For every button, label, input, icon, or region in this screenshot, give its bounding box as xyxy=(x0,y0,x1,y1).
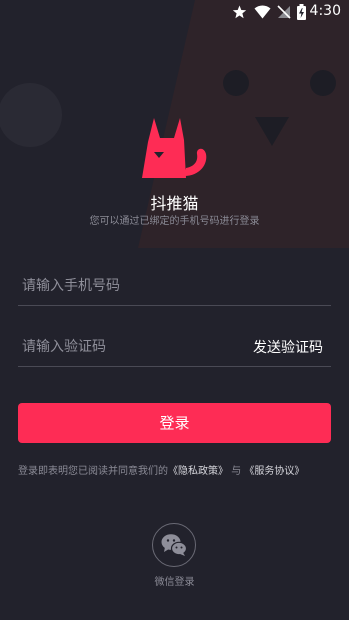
privacy-policy-link[interactable]: 《隐私政策》 xyxy=(168,466,228,477)
signal-icon xyxy=(277,5,291,19)
service-agreement-link[interactable]: 《服务协议》 xyxy=(244,466,304,477)
send-code-button[interactable]: 发送验证码 xyxy=(253,337,323,357)
agreement-prefix: 登录即表明您已阅读并同意我们的 xyxy=(18,466,168,477)
star-icon xyxy=(232,5,247,19)
verification-code-input[interactable] xyxy=(20,334,244,360)
battery-charging-icon xyxy=(297,4,306,20)
wechat-icon xyxy=(161,534,187,556)
wechat-login-button[interactable] xyxy=(152,523,196,567)
app-title: 抖推猫 xyxy=(150,194,199,213)
status-time: 4:30 xyxy=(309,3,341,19)
wifi-icon xyxy=(254,5,271,19)
cat-logo-icon xyxy=(142,118,207,178)
verification-code-field: 发送验证码 xyxy=(18,326,331,367)
login-subtitle: 您可以通过已绑定的手机号码进行登录 xyxy=(89,216,260,227)
phone-field xyxy=(18,265,331,306)
agreement-conjunction: 与 xyxy=(231,466,242,477)
login-button[interactable]: 登录 xyxy=(18,403,331,443)
phone-input[interactable] xyxy=(20,273,244,299)
agreement-text: 登录即表明您已阅读并同意我们的《隐私政策》 与 《服务协议》 xyxy=(18,462,338,477)
status-bar: 4:30 xyxy=(0,0,349,24)
wechat-login-label: 微信登录 xyxy=(154,577,195,588)
